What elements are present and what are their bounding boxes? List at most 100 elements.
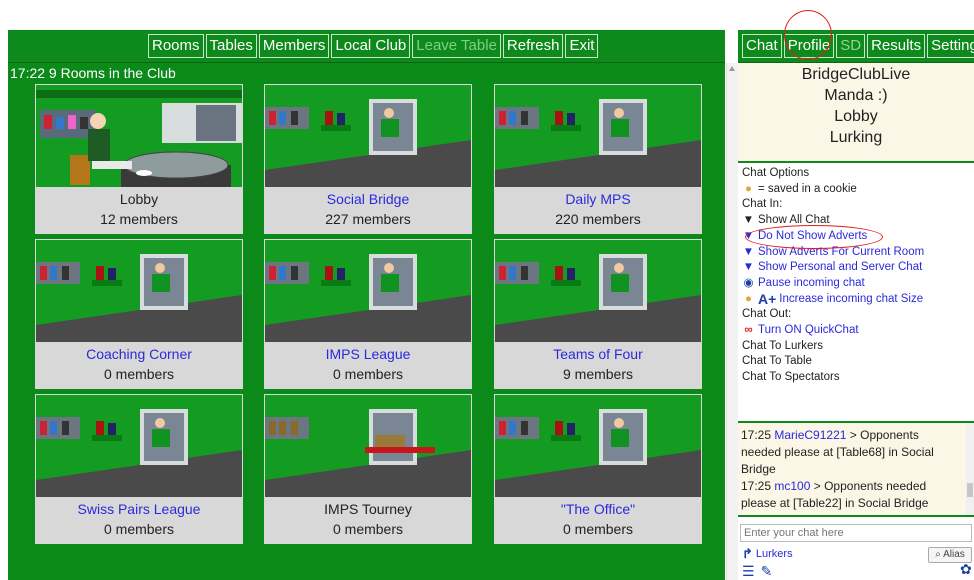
- room-name: Teams of Four: [553, 346, 643, 362]
- room-name: IMPS Tourney: [324, 501, 412, 517]
- edit-note-icon[interactable]: ✎: [761, 563, 773, 580]
- room-name: Coaching Corner: [86, 346, 192, 362]
- chat-options: Chat Options ● = saved in a cookie Chat …: [742, 166, 972, 386]
- room-tile-lobby[interactable]: Lobby 12 members: [35, 84, 243, 234]
- show-adverts-current-room-option[interactable]: ▼ Show Adverts For Current Room: [742, 245, 972, 261]
- chat-out-label: Chat Out:: [742, 308, 792, 321]
- chat-messages: 17:25 MarieC91221 > Opponents needed ple…: [738, 421, 974, 517]
- results-tab[interactable]: Results: [867, 34, 926, 58]
- chat-options-title: Chat Options: [742, 167, 810, 179]
- chat-footer: ↱ Lurkers ☰ ✎: [742, 546, 793, 580]
- increase-chat-size-option[interactable]: ● A+ Increase incoming chat Size: [742, 290, 972, 308]
- user-info-box: BridgeClubLive Manda :) Lobby Lurking: [738, 63, 974, 163]
- user-status: Lurking: [829, 129, 883, 146]
- cookie-note: ● = saved in a cookie: [742, 182, 972, 198]
- settings-tab[interactable]: Settings: [927, 34, 974, 58]
- filter-icon: ▼: [742, 261, 755, 274]
- message-user[interactable]: MarieC91221: [774, 428, 846, 442]
- filter-icon: ▼: [742, 229, 755, 242]
- message-user[interactable]: mc100: [774, 479, 810, 493]
- rooms-scrollbar[interactable]: [726, 63, 738, 580]
- local-club-button[interactable]: Local Club: [331, 34, 411, 58]
- room-picture: [265, 240, 471, 342]
- room-picture: [36, 85, 242, 187]
- tables-button[interactable]: Tables: [205, 34, 257, 58]
- room-picture: [36, 395, 242, 497]
- room-member-count: 220 members: [555, 211, 641, 227]
- scroll-up-arrow-icon[interactable]: [729, 66, 735, 71]
- message-time: 17:25: [741, 479, 772, 493]
- chat-tab[interactable]: Chat: [742, 34, 782, 58]
- list-icon[interactable]: ☰: [742, 563, 755, 580]
- chat-to-spectators-option[interactable]: Chat To Spectators: [742, 370, 972, 386]
- room-name: Daily MPS: [565, 191, 631, 207]
- quickchat-toggle[interactable]: ∞ Turn ON QuickChat: [742, 323, 972, 339]
- chat-message: 17:25 mc100 > Opponents needed please at…: [741, 478, 961, 512]
- chat-in-label: Chat In:: [742, 198, 783, 211]
- room-member-count: 0 members: [332, 521, 404, 537]
- room-member-count: 12 members: [100, 211, 178, 227]
- user-name: Manda :): [824, 87, 888, 104]
- gear-icon[interactable]: ✿: [960, 561, 972, 578]
- room-member-count: 9 members: [562, 366, 634, 382]
- room-tile-swiss-pairs-league[interactable]: Swiss Pairs League 0 members: [35, 394, 243, 544]
- chat-input[interactable]: [740, 524, 972, 542]
- pause-icon: ◉: [743, 276, 754, 289]
- profile-tab[interactable]: Profile: [783, 34, 835, 58]
- room-picture: [265, 85, 471, 187]
- room-picture: [36, 240, 242, 342]
- side-toolbar-buttons: Chat Profile SD Results Settings: [742, 34, 974, 58]
- share-icon[interactable]: ↱: [742, 546, 753, 562]
- room-name: IMPS League: [325, 346, 411, 362]
- room-member-count: 0 members: [562, 521, 634, 537]
- chat-message: 17:25 MarieC91221 > Opponents needed ple…: [741, 427, 961, 478]
- room-picture: [265, 395, 471, 497]
- rooms-button[interactable]: Rooms: [148, 34, 204, 58]
- room-member-count: 0 members: [103, 366, 175, 382]
- do-not-show-adverts-option[interactable]: ▼ Do Not Show Adverts: [742, 229, 972, 245]
- sd-tab[interactable]: SD: [836, 34, 866, 58]
- cookie-icon: ●: [745, 182, 752, 195]
- room-name: "The Office": [560, 501, 636, 517]
- club-name: BridgeClubLive: [801, 66, 911, 83]
- exit-button[interactable]: Exit: [565, 34, 599, 58]
- room-picture: [495, 395, 701, 497]
- leave-table-button[interactable]: Leave Table: [412, 34, 501, 58]
- room-name: Lobby: [119, 191, 159, 207]
- main-toolbar-buttons: Rooms Tables Members Local Club Leave Ta…: [148, 34, 599, 58]
- chat-to-lurkers-option[interactable]: Chat To Lurkers: [742, 339, 972, 355]
- show-personal-server-chat-option[interactable]: ▼ Show Personal and Server Chat: [742, 260, 972, 276]
- room-tile-coaching-corner[interactable]: Coaching Corner 0 members: [35, 239, 243, 389]
- room-tile-the-office[interactable]: "The Office" 0 members: [494, 394, 702, 544]
- filter-icon: ▼: [742, 214, 755, 227]
- room-name: Social Bridge: [326, 191, 410, 207]
- room-member-count: 227 members: [325, 211, 411, 227]
- room-picture: [495, 85, 701, 187]
- room-tile-daily-mps[interactable]: Daily MPS 220 members: [494, 84, 702, 234]
- refresh-button[interactable]: Refresh: [502, 34, 564, 58]
- message-time: 17:25: [741, 428, 772, 442]
- text-size-icon: A+: [758, 290, 777, 307]
- quickchat-icon: ∞: [744, 324, 753, 337]
- messages-scrollbar[interactable]: [966, 423, 974, 515]
- lurkers-link[interactable]: Lurkers: [756, 548, 793, 560]
- room-picture: [495, 240, 701, 342]
- room-tile-teams-of-four[interactable]: Teams of Four 9 members: [494, 239, 702, 389]
- room-member-count: 0 members: [332, 366, 404, 382]
- room-member-count: 0 members: [103, 521, 175, 537]
- filter-icon: ▼: [742, 245, 755, 258]
- room-tile-social-bridge[interactable]: Social Bridge 227 members: [264, 84, 472, 234]
- pause-chat-option[interactable]: ◉ Pause incoming chat: [742, 276, 972, 292]
- side-toolbar: Chat Profile SD Results Settings: [738, 30, 974, 63]
- show-all-chat-option[interactable]: ▼ Show All Chat: [742, 213, 972, 229]
- current-location: Lobby: [834, 108, 878, 125]
- members-button[interactable]: Members: [258, 34, 330, 58]
- cookie-icon: ●: [745, 292, 752, 305]
- main-toolbar: Rooms Tables Members Local Club Leave Ta…: [8, 30, 725, 63]
- room-tile-imps-league[interactable]: IMPS League 0 members: [264, 239, 472, 389]
- room-name: Swiss Pairs League: [77, 501, 201, 517]
- room-tile-imps-tourney[interactable]: IMPS Tourney 0 members: [264, 394, 472, 544]
- rooms-header: 17:22 9 Rooms in the Club: [10, 65, 176, 81]
- messages-scroll-thumb[interactable]: [967, 483, 973, 497]
- chat-to-table-option[interactable]: Chat To Table: [742, 354, 972, 370]
